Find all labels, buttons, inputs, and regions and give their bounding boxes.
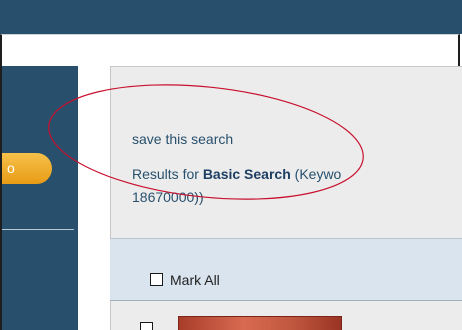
result-thumbnail[interactable] [178,316,342,330]
mark-all-checkbox[interactable] [150,273,163,286]
save-this-search-link[interactable]: save this search [132,131,233,147]
sidebar-go-button[interactable]: o [2,153,52,184]
search-type-label[interactable]: Basic Search [203,166,291,182]
sidebar-go-button-label: o [7,160,15,176]
keyword-prefix: (Keywo [290,166,342,182]
top-header-bar [0,0,462,34]
results-summary: Results for Basic Search (Keywo [132,166,341,182]
mark-all-label: Mark All [170,272,220,288]
mark-all-row-divider [110,300,462,301]
results-summary-continuation: 18670000)) [132,189,204,205]
result-item-checkbox[interactable] [140,322,153,330]
sidebar-divider [2,229,74,230]
mark-all-row [110,239,462,300]
results-prefix: Results for [132,166,203,182]
left-sidebar [2,66,78,330]
